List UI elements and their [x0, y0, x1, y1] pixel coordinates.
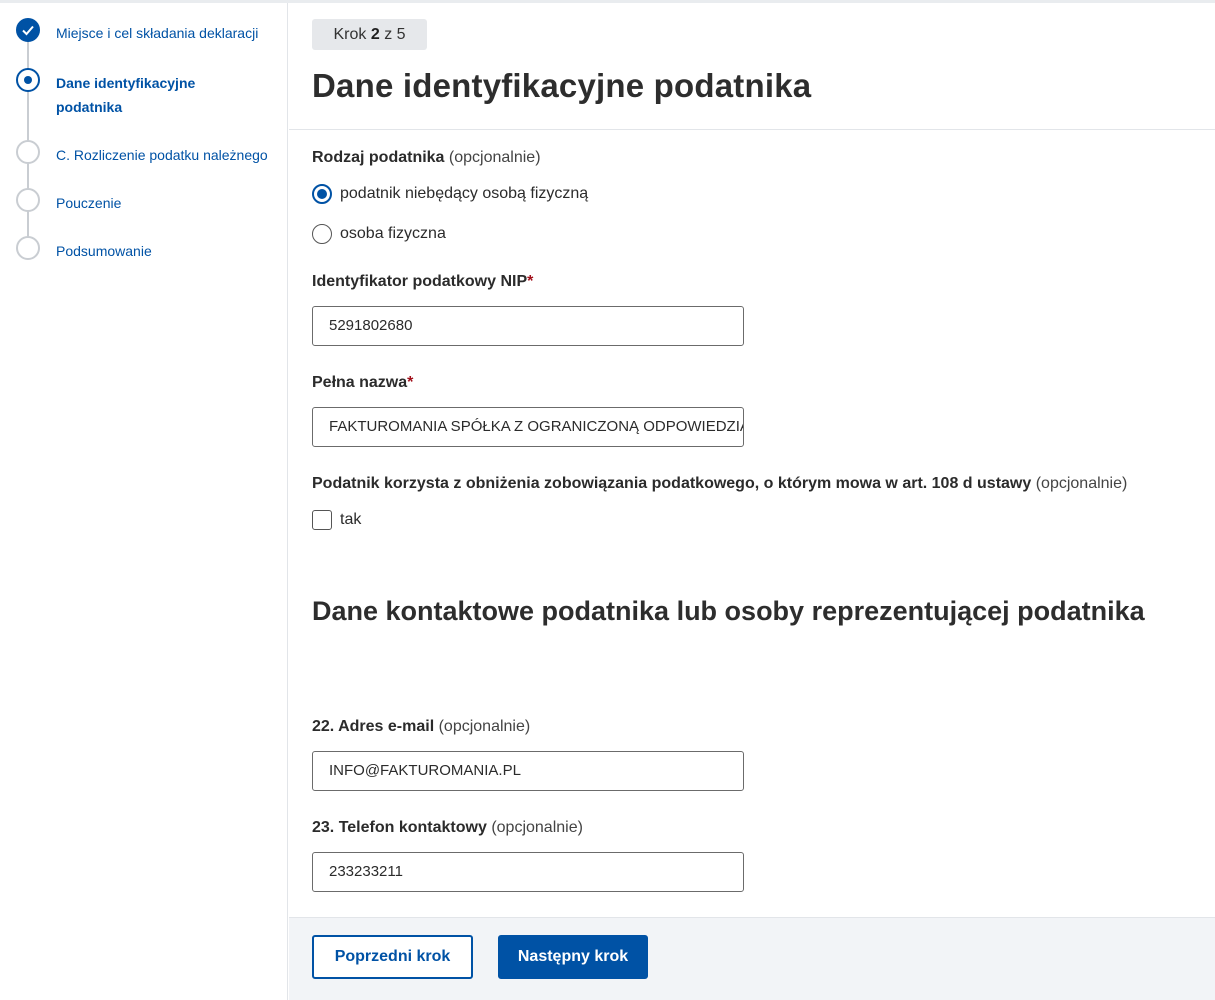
nip-input[interactable]: 5291802680: [312, 306, 744, 346]
pending-step-icon: [16, 188, 40, 212]
stepper-item-label: Miejsce i cel składania deklaracji: [56, 25, 259, 41]
current-step-icon: [16, 68, 40, 92]
stepper-item-label: C. Rozliczenie podatku należnego: [56, 147, 268, 163]
full-name-input[interactable]: FAKTUROMANIA SPÓŁKA Z OGRANICZONĄ ODPOWI…: [312, 407, 744, 447]
radio-option-non-natural-person[interactable]: podatnik niebędący osobą fizyczną: [312, 183, 588, 205]
taxpayer-type-label: Rodzaj podatnika (opcjonalnie): [312, 149, 541, 166]
full-name-label: Pełna nazwa*: [312, 374, 414, 391]
nip-label: Identyfikator podatkowy NIP*: [312, 273, 534, 290]
stepper-item-label: Podsumowanie: [56, 243, 152, 259]
contact-section-title: Dane kontaktowe podatnika lub osoby repr…: [312, 596, 1145, 626]
form-main: Krok 2 z 5 Dane identyfikacyjne podatnik…: [289, 3, 1215, 1000]
stepper-track: [27, 30, 29, 248]
previous-step-button[interactable]: Poprzedni krok: [312, 935, 473, 979]
form-footer: Poprzedni krok Następny krok: [289, 917, 1215, 1000]
email-input[interactable]: INFO@FAKTUROMANIA.PL: [312, 751, 744, 791]
radio-option-natural-person[interactable]: osoba fizyczna: [312, 223, 446, 245]
pending-step-icon: [16, 140, 40, 164]
reduction-checkbox-row[interactable]: tak: [312, 510, 361, 530]
email-label: 22. Adres e-mail (opcjonalnie): [312, 718, 531, 735]
reduction-checkbox[interactable]: [312, 510, 332, 530]
check-icon: [16, 18, 40, 42]
stepper-sidebar: Miejsce i cel składania deklaracji Dane …: [0, 3, 288, 1000]
page-title: Dane identyfikacyjne podatnika: [312, 67, 812, 104]
step-counter-badge: Krok 2 z 5: [312, 19, 427, 50]
reduction-label: Podatnik korzysta z obniżenia zobowiązan…: [312, 475, 1128, 492]
stepper-item-label: Pouczenie: [56, 195, 122, 211]
radio-unchecked-icon[interactable]: [312, 224, 332, 244]
phone-label: 23. Telefon kontaktowy (opcjonalnie): [312, 819, 583, 836]
stepper-item-label: Dane identyfikacyjne podatnika: [56, 75, 196, 115]
radio-checked-icon[interactable]: [312, 184, 332, 204]
divider: [289, 129, 1215, 130]
pending-step-icon: [16, 236, 40, 260]
phone-input[interactable]: 233233211: [312, 852, 744, 892]
next-step-button[interactable]: Następny krok: [498, 935, 648, 979]
